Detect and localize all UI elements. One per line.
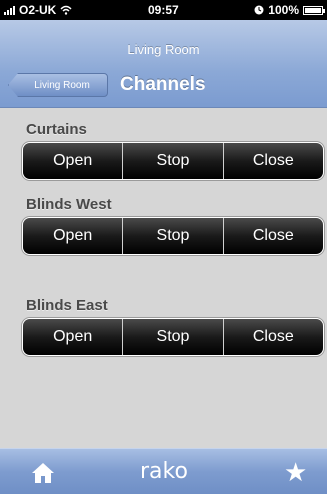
status-left: O2-UK	[4, 3, 72, 17]
close-button[interactable]: Close	[223, 143, 323, 179]
segmented-control: Open Stop Close	[22, 318, 324, 356]
open-button[interactable]: Open	[23, 218, 124, 254]
group-label: Curtains	[26, 121, 87, 138]
channels-content: Curtains Open Stop Close Blinds West Ope…	[0, 108, 327, 448]
group-label: Blinds East	[26, 297, 108, 314]
battery-icon	[303, 5, 325, 15]
status-right: 100%	[254, 3, 325, 17]
wifi-icon	[60, 5, 72, 15]
stop-button[interactable]: Stop	[123, 143, 224, 179]
segmented-control: Open Stop Close	[22, 142, 324, 180]
signal-icon	[4, 5, 15, 15]
close-button[interactable]: Close	[223, 319, 323, 355]
stop-button[interactable]: Stop	[123, 218, 224, 254]
tab-bar: rako ★	[0, 448, 327, 494]
open-button[interactable]: Open	[23, 143, 124, 179]
group-label: Blinds West	[26, 196, 112, 213]
clock-icon	[254, 5, 264, 15]
open-button[interactable]: Open	[23, 319, 124, 355]
navigation-bar: Living Room Living Room Channels	[0, 20, 327, 108]
close-button[interactable]: Close	[223, 218, 323, 254]
page-title: Channels	[120, 74, 206, 95]
stop-button[interactable]: Stop	[123, 319, 224, 355]
back-button[interactable]: Living Room	[8, 73, 108, 97]
rako-logo: rako	[140, 459, 188, 484]
channel-group-blinds-east: Blinds East Open Stop Close	[22, 294, 327, 356]
battery-percent: 100%	[268, 3, 299, 17]
home-icon[interactable]	[30, 461, 56, 485]
channel-group-blinds-west: Blinds West Open Stop Close	[22, 193, 327, 255]
nav-subtitle: Living Room	[127, 42, 200, 57]
status-bar: O2-UK 09:57 100%	[0, 0, 327, 20]
status-time: 09:57	[147, 3, 179, 17]
star-icon[interactable]: ★	[284, 459, 307, 485]
battery-fill	[305, 7, 321, 13]
carrier-label: O2-UK	[19, 3, 57, 17]
segmented-control: Open Stop Close	[22, 217, 324, 255]
channel-group-curtains: Curtains Open Stop Close	[22, 118, 327, 180]
